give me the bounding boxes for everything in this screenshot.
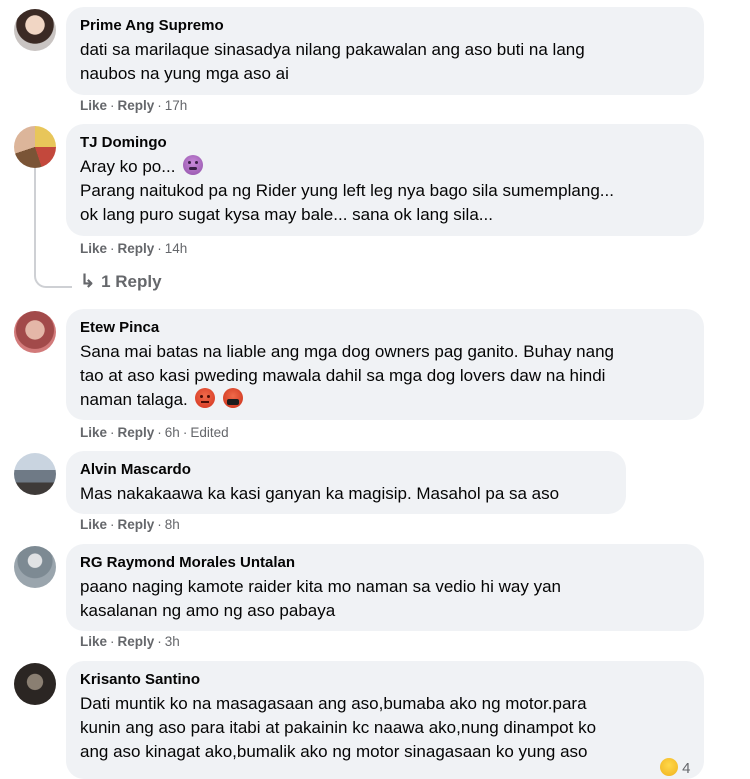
comment-author[interactable]: Alvin Mascardo — [80, 460, 612, 479]
comment-text-line: ok lang puro sugat kysa may bale... sana… — [80, 205, 493, 224]
comment-text-line: Parang naitukod pa ng Rider yung left le… — [80, 181, 614, 200]
replies-count: 1 Reply — [101, 272, 162, 291]
avatar[interactable] — [14, 9, 56, 51]
comment-text-line: kasalanan ng amo ng aso pabaya — [80, 601, 336, 620]
comment-text-line: Aray ko po... — [80, 157, 176, 176]
comment-actions: Like · Reply · 14h — [80, 241, 188, 256]
comment-text-line: ang aso kinagat ako,bumalik ako ng motor… — [80, 742, 588, 761]
comment-text-line: Sana mai batas na liable ang mga dog own… — [80, 342, 614, 361]
comment-bubble: RG Raymond Morales Untalan paano naging … — [66, 544, 704, 631]
comment-bubble: Etew Pinca Sana mai batas na liable ang … — [66, 309, 704, 420]
avatar[interactable] — [14, 311, 56, 353]
reaction-summary[interactable]: 4 — [660, 758, 691, 777]
like-button[interactable]: Like — [80, 517, 107, 532]
comment-bubble: TJ Domingo Aray ko po... Parang naitukod… — [66, 124, 704, 236]
comment-actions: Like · Reply · 8h — [80, 517, 180, 532]
comment-author[interactable]: RG Raymond Morales Untalan — [80, 553, 690, 572]
comment-text-line: dati sa marilaque sinasadya nilang pakaw… — [80, 40, 585, 59]
reply-button[interactable]: Reply — [118, 98, 155, 113]
comment-bubble: Alvin Mascardo Mas nakakaawa ka kasi gan… — [66, 451, 626, 514]
timestamp[interactable]: 14h — [165, 241, 188, 256]
comment-actions: Like · Reply · 6h · Edited — [80, 425, 229, 440]
cursing-face-icon — [223, 388, 244, 408]
like-button[interactable]: Like — [80, 241, 107, 256]
comment-text-line: tao at aso kasi pweding mawala dahil sa … — [80, 366, 606, 385]
comment-text-line: paano naging kamote raider kita mo naman… — [80, 577, 562, 596]
nauseated-face-icon — [183, 155, 204, 175]
avatar[interactable] — [14, 546, 56, 588]
angry-face-icon — [195, 388, 216, 408]
comment-author[interactable]: Etew Pinca — [80, 318, 690, 337]
haha-reaction-icon — [660, 758, 678, 776]
comment-text-line: naubos na yung mga aso ai — [80, 64, 289, 83]
reply-button[interactable]: Reply — [118, 517, 155, 532]
avatar[interactable] — [14, 453, 56, 495]
timestamp[interactable]: 17h — [165, 98, 188, 113]
comment-actions: Like · Reply · 17h — [80, 98, 188, 113]
comment-bubble: Krisanto Santino Dati muntik ko na masag… — [66, 661, 704, 779]
timestamp[interactable]: 8h — [165, 517, 180, 532]
reaction-count: 4 — [682, 760, 691, 777]
avatar[interactable] — [14, 663, 56, 705]
reply-button[interactable]: Reply — [118, 241, 155, 256]
comment-author[interactable]: TJ Domingo — [80, 133, 690, 152]
avatar[interactable] — [14, 126, 56, 168]
like-button[interactable]: Like — [80, 425, 107, 440]
view-replies-button[interactable]: ↳ 1 Reply — [80, 271, 162, 292]
comment-bubble: Prime Ang Supremo dati sa marilaque sina… — [66, 7, 704, 95]
like-button[interactable]: Like — [80, 98, 107, 113]
comment-actions: Like · Reply · 3h — [80, 634, 180, 649]
timestamp[interactable]: 3h — [165, 634, 180, 649]
comment-text-line: Mas nakakaawa ka kasi ganyan ka magisip.… — [80, 484, 560, 503]
comment-text-line: kunin ang aso para itabi at pakainin kc … — [80, 718, 597, 737]
reply-button[interactable]: Reply — [118, 425, 155, 440]
comment-text-line: Dati muntik ko na masagasaan ang aso,bum… — [80, 694, 587, 713]
reply-arrow-icon: ↳ — [80, 271, 96, 291]
timestamp[interactable]: 6h — [165, 425, 180, 440]
reply-button[interactable]: Reply — [118, 634, 155, 649]
comment-author[interactable]: Krisanto Santino — [80, 670, 690, 689]
like-button[interactable]: Like — [80, 634, 107, 649]
comment-text-line: naman talaga. — [80, 390, 188, 409]
comment-author[interactable]: Prime Ang Supremo — [80, 16, 690, 35]
edited-label: Edited — [190, 425, 229, 440]
